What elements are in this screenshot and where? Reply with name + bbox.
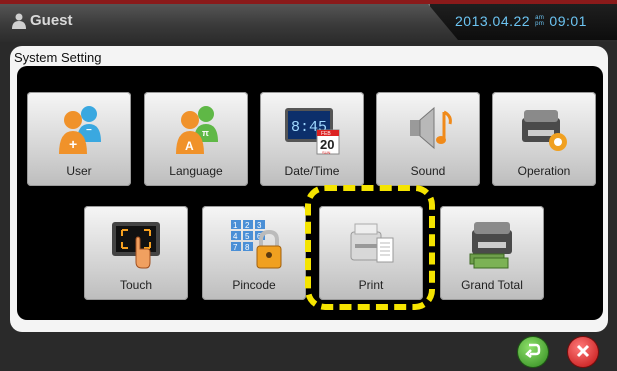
grand-total-button-label: Grand Total <box>461 278 523 292</box>
pincode-icon: 1 2 3 4 5 6 7 8 <box>202 214 306 272</box>
language-icon: A π <box>144 100 248 158</box>
svg-text:7: 7 <box>233 243 238 252</box>
svg-text:1: 1 <box>233 221 238 230</box>
grand-total-icon <box>440 214 544 272</box>
touch-button[interactable]: Touch <box>84 206 188 300</box>
user-silhouette-icon <box>12 13 26 29</box>
print-highlight <box>305 185 435 310</box>
pm-label: pm <box>535 21 545 27</box>
sound-button[interactable]: Sound <box>376 92 480 186</box>
svg-text:2: 2 <box>245 221 250 230</box>
sound-icon <box>376 100 480 158</box>
user-label: Guest <box>30 12 73 29</box>
date-time-button[interactable]: 8:45 FEB 20 SUN Date/Time <box>260 92 364 186</box>
operation-icon <box>492 100 596 158</box>
language-button-label: Language <box>169 164 223 178</box>
svg-text:π: π <box>202 128 209 138</box>
pincode-button-label: Pincode <box>232 278 276 292</box>
top-accent-line <box>0 0 617 4</box>
panel-title: System Setting <box>14 50 102 65</box>
date-time-button-label: Date/Time <box>284 164 340 178</box>
user-button[interactable]: + − User <box>27 92 131 186</box>
svg-text:3: 3 <box>257 221 262 230</box>
ampm-indicator: am pm <box>535 15 544 27</box>
svg-text:A: A <box>185 139 194 153</box>
date-text: 2013.04.22 <box>455 13 531 29</box>
user-indicator: Guest <box>12 12 73 29</box>
svg-text:8: 8 <box>245 243 250 252</box>
user-button-label: User <box>66 164 92 178</box>
operation-button-label: Operation <box>517 164 571 178</box>
date-time-icon: 8:45 FEB 20 SUN <box>260 100 364 158</box>
sound-button-label: Sound <box>410 164 446 178</box>
language-button[interactable]: A π Language <box>144 92 248 186</box>
svg-text:4: 4 <box>233 232 238 241</box>
user-icon: + − <box>27 100 131 158</box>
touch-button-label: Touch <box>119 278 153 292</box>
operation-button[interactable]: Operation <box>492 92 596 186</box>
cancel-button[interactable] <box>568 337 598 367</box>
return-arrow-icon <box>525 342 541 363</box>
time-text: 09:01 <box>549 13 587 29</box>
close-icon <box>576 342 590 363</box>
grand-total-button[interactable]: Grand Total <box>440 206 544 300</box>
touch-icon <box>84 214 188 272</box>
svg-text:SUN: SUN <box>322 150 331 155</box>
svg-text:5: 5 <box>245 232 250 241</box>
clock: 2013.04.22 am pm 09:01 <box>455 13 587 29</box>
pincode-button[interactable]: 1 2 3 4 5 6 7 8 Pincode <box>202 206 306 300</box>
svg-text:+: + <box>69 136 77 152</box>
confirm-button[interactable] <box>518 337 548 367</box>
svg-text:−: − <box>86 125 92 136</box>
